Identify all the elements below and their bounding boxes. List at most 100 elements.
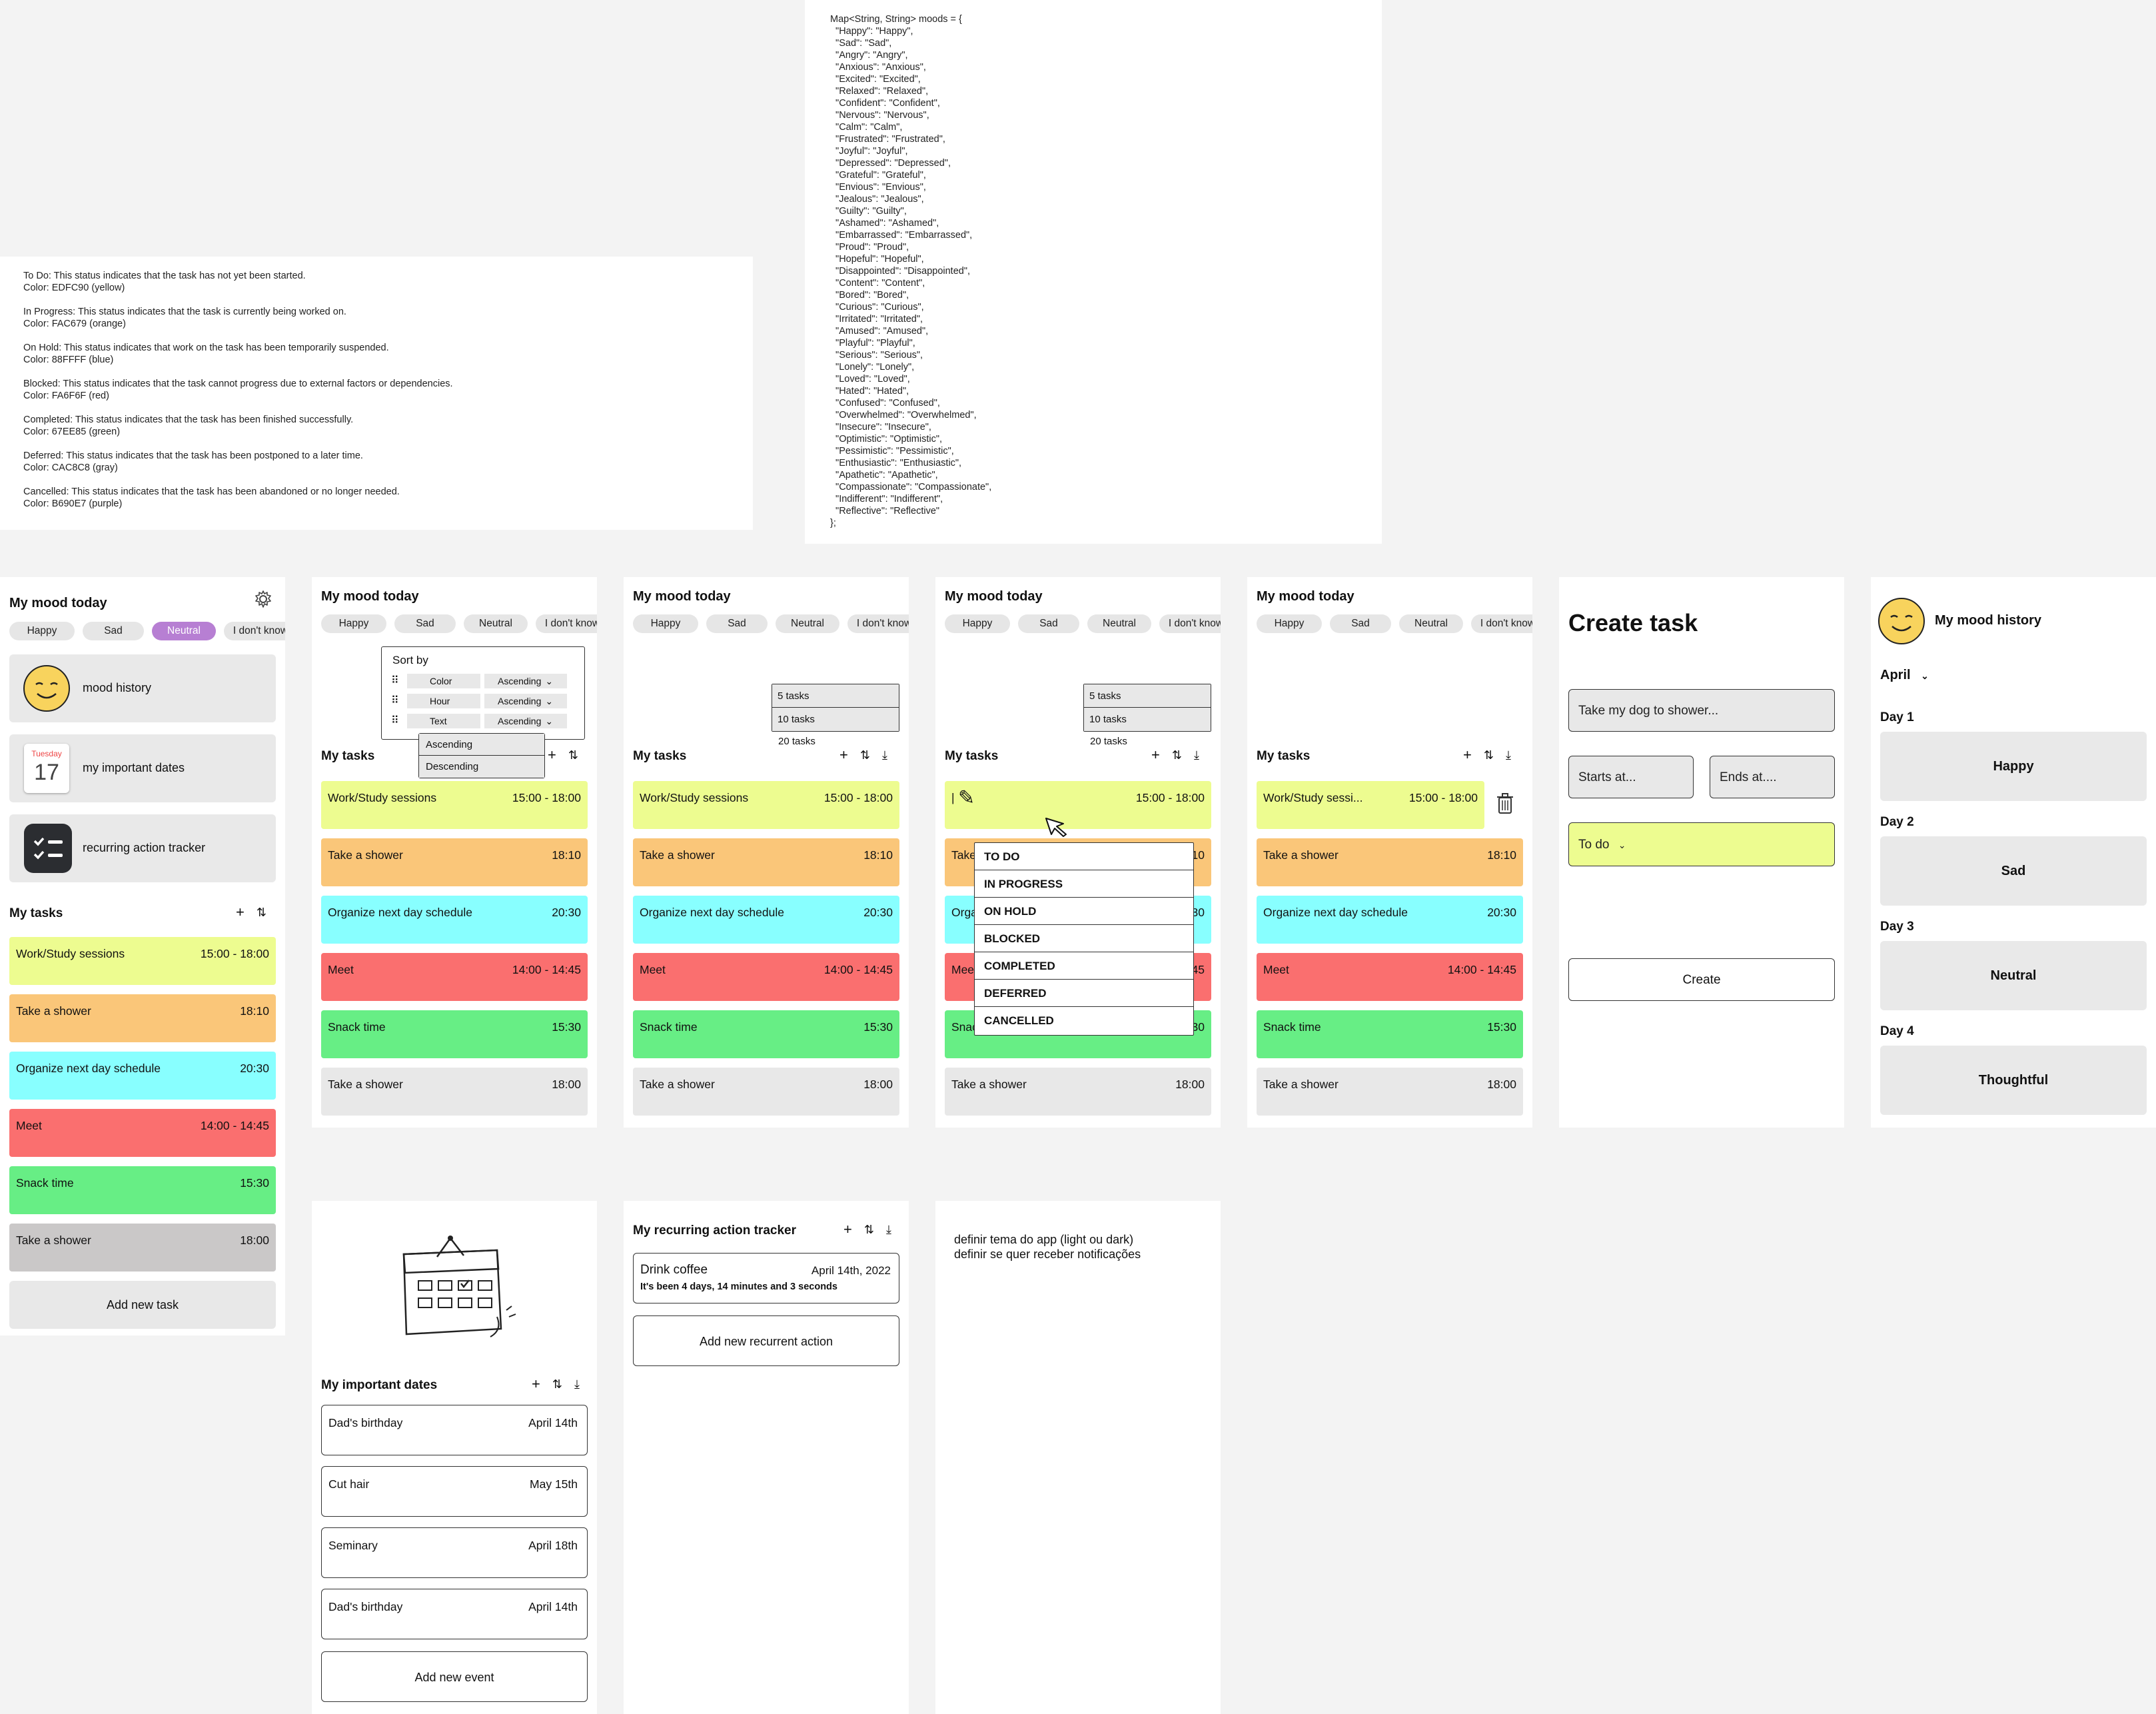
task-item[interactable]: Take a shower 18:10 <box>9 994 276 1042</box>
task-item[interactable]: Take a shower 18:00 <box>945 1068 1211 1116</box>
trash-icon[interactable] <box>1496 793 1514 814</box>
gear-icon[interactable] <box>253 589 273 609</box>
download-icon[interactable]: ⤓ <box>1506 748 1511 762</box>
task-item[interactable]: Snack time 15:30 <box>9 1166 276 1214</box>
mood-chip-happy[interactable]: Happy <box>633 614 698 633</box>
mood-chip-happy[interactable]: Happy <box>1257 614 1322 633</box>
add-icon[interactable]: + <box>1463 746 1472 764</box>
sort-option-ascending[interactable]: Ascending <box>419 734 544 756</box>
task-item[interactable]: Snack time 15:30 <box>633 1010 899 1058</box>
task-name-input[interactable]: Take my dog to shower... <box>1568 689 1835 732</box>
add-icon[interactable]: + <box>839 746 848 764</box>
mood-history-card[interactable]: mood history <box>9 654 276 722</box>
sort-icon[interactable]: ⇅ <box>1172 748 1182 762</box>
mood-chip-i-don-t-know[interactable]: I don't know <box>536 614 597 633</box>
mood-card[interactable]: Neutral <box>1880 941 2147 1010</box>
task-item[interactable]: Take a shower 18:10 <box>321 838 588 886</box>
sort-icon[interactable]: ⇅ <box>864 1223 874 1237</box>
task-item[interactable]: Work/Study sessions 15:00 - 18:00 <box>633 781 899 829</box>
drag-handle-icon[interactable]: ⠿ <box>391 694 399 707</box>
status-select[interactable]: To do ⌄ <box>1568 822 1835 866</box>
task-item[interactable]: Take a shower 18:00 <box>9 1224 276 1272</box>
recurring-card[interactable]: recurring action tracker <box>9 814 276 882</box>
mood-chip-neutral[interactable]: Neutral <box>776 614 839 633</box>
task-item[interactable]: Take a shower 18:10 <box>1257 838 1523 886</box>
mood-chip-sad[interactable]: Sad <box>83 622 144 640</box>
task-item[interactable]: Meet 14:00 - 14:45 <box>321 953 588 1001</box>
sort-icon[interactable]: ⇅ <box>257 906 267 920</box>
add-icon[interactable]: + <box>843 1221 852 1238</box>
date-item[interactable]: Cut hair May 15th <box>321 1466 588 1517</box>
sort-order-select[interactable]: Ascending ⌄ <box>484 674 567 688</box>
export-option-20[interactable]: 20 tasks <box>778 736 815 747</box>
recurring-item[interactable]: Drink coffee April 14th, 2022 It's been … <box>633 1253 899 1303</box>
status-option-to-do[interactable]: TO DO <box>975 843 1193 870</box>
download-icon[interactable]: ⤓ <box>1194 748 1199 762</box>
sort-option-descending[interactable]: Descending <box>419 756 544 778</box>
mood-chip-i-don-t-know[interactable]: I don't know <box>224 622 285 640</box>
download-icon[interactable]: ⤓ <box>886 1223 891 1237</box>
task-item[interactable]: Meet 14:00 - 14:45 <box>1257 953 1523 1001</box>
mood-chip-i-don-t-know[interactable]: I don't know <box>1471 614 1532 633</box>
mood-card[interactable]: Sad <box>1880 836 2147 906</box>
task-item[interactable]: Work/Study sessions 15:00 - 18:00 <box>9 937 276 985</box>
add-icon[interactable]: + <box>236 904 245 921</box>
mood-chip-neutral[interactable]: Neutral <box>152 622 216 640</box>
date-item[interactable]: Dad's birthday April 14th <box>321 1405 588 1455</box>
starts-at-input[interactable]: Starts at... <box>1568 756 1694 798</box>
add-icon[interactable]: + <box>1151 746 1160 764</box>
sort-icon[interactable]: ⇅ <box>568 748 578 762</box>
mood-chip-i-don-t-know[interactable]: I don't know <box>847 614 909 633</box>
mood-chip-happy[interactable]: Happy <box>945 614 1010 633</box>
task-item[interactable]: Organize next day schedule 20:30 <box>9 1052 276 1100</box>
drag-handle-icon[interactable]: ⠿ <box>391 714 399 727</box>
status-option-blocked[interactable]: BLOCKED <box>975 925 1193 952</box>
pencil-icon[interactable]: ✎ <box>958 786 975 810</box>
task-item[interactable]: Organize next day schedule 20:30 <box>321 896 588 944</box>
status-option-completed[interactable]: COMPLETED <box>975 952 1193 980</box>
mood-chip-sad[interactable]: Sad <box>394 614 456 633</box>
download-icon[interactable]: ⤓ <box>882 748 887 762</box>
date-item[interactable]: Seminary April 18th <box>321 1527 588 1578</box>
task-item[interactable]: Work/Study sessi... 15:00 - 18:00 <box>1257 781 1484 829</box>
task-item[interactable]: Take a shower 18:00 <box>321 1068 588 1116</box>
add-event-button[interactable]: Add new event <box>321 1651 588 1702</box>
download-icon[interactable]: ⤓ <box>574 1377 580 1391</box>
export-option-5[interactable]: 5 tasks <box>1084 684 1211 708</box>
task-item[interactable]: Take a shower 18:10 <box>633 838 899 886</box>
drag-handle-icon[interactable]: ⠿ <box>391 674 399 687</box>
task-item[interactable]: Take a shower 18:00 <box>633 1068 899 1116</box>
task-item[interactable]: Meet 14:00 - 14:45 <box>633 953 899 1001</box>
date-item[interactable]: Dad's birthday April 14th <box>321 1589 588 1639</box>
task-item[interactable]: Meet 14:00 - 14:45 <box>9 1109 276 1157</box>
export-option-10[interactable]: 10 tasks <box>772 708 899 731</box>
add-recurrent-action-button[interactable]: Add new recurrent action <box>633 1315 899 1366</box>
add-task-button[interactable]: Add new task <box>9 1281 276 1329</box>
status-option-cancelled[interactable]: CANCELLED <box>975 1007 1193 1034</box>
task-item[interactable]: Organize next day schedule 20:30 <box>1257 896 1523 944</box>
sort-icon[interactable]: ⇅ <box>860 748 870 762</box>
task-item[interactable]: Organize next day schedule 20:30 <box>633 896 899 944</box>
mood-chip-neutral[interactable]: Neutral <box>1087 614 1151 633</box>
sort-order-select[interactable]: Ascending ⌄ <box>484 694 567 708</box>
task-item[interactable]: Snack time 15:30 <box>1257 1010 1523 1058</box>
mood-chip-neutral[interactable]: Neutral <box>1399 614 1463 633</box>
export-option-20[interactable]: 20 tasks <box>1090 736 1127 747</box>
add-icon[interactable]: + <box>548 746 556 764</box>
mood-card[interactable]: Thoughtful <box>1880 1046 2147 1115</box>
create-button[interactable]: Create <box>1568 958 1835 1001</box>
mood-chip-neutral[interactable]: Neutral <box>464 614 528 633</box>
mood-card[interactable]: Happy <box>1880 732 2147 801</box>
status-option-in-progress[interactable]: IN PROGRESS <box>975 870 1193 898</box>
task-item[interactable]: ✎ | 15:00 - 18:00 <box>945 781 1211 829</box>
mood-chip-sad[interactable]: Sad <box>1330 614 1391 633</box>
mood-chip-sad[interactable]: Sad <box>706 614 768 633</box>
sort-icon[interactable]: ⇅ <box>1484 748 1494 762</box>
mood-chip-happy[interactable]: Happy <box>321 614 386 633</box>
add-icon[interactable]: + <box>532 1375 540 1393</box>
task-item[interactable]: Snack time 15:30 <box>321 1010 588 1058</box>
status-option-on-hold[interactable]: ON HOLD <box>975 898 1193 925</box>
important-dates-card[interactable]: Tuesday 17 my important dates <box>9 734 276 802</box>
status-option-deferred[interactable]: DEFERRED <box>975 980 1193 1007</box>
mood-chip-i-don-t-know[interactable]: I don't know <box>1159 614 1221 633</box>
